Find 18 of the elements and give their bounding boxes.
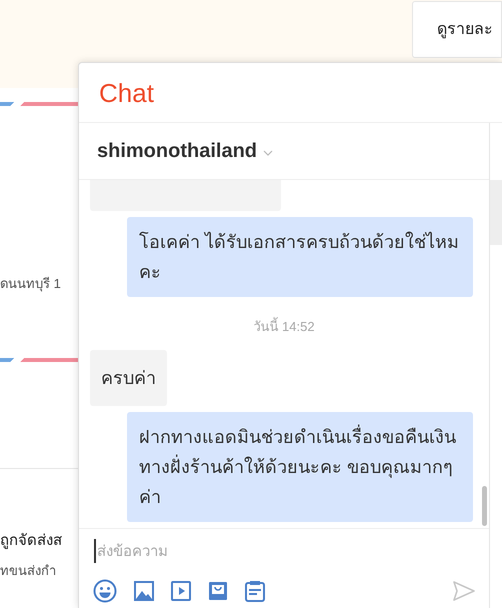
emoji-icon[interactable] xyxy=(93,579,117,603)
order-icon[interactable] xyxy=(245,580,265,602)
message-bubble: ฝากทางแอดมินช่วยดำเนินเรื่องขอคืนเงินทางฝั่งร้านค้าให้ด้วยนะคะ ขอบคุณมากๆ ค่า xyxy=(127,412,473,522)
shipping-text: ทขนส่งกำ xyxy=(0,563,57,579)
chat-title: Chat xyxy=(99,80,154,106)
timestamp: วันนี้ 14:52 xyxy=(253,316,315,336)
message-bubble: ครบค่า xyxy=(90,350,167,406)
video-icon[interactable] xyxy=(171,581,191,601)
address-text: ดนนทบุรี 1 xyxy=(0,276,62,292)
product-icon[interactable] xyxy=(208,581,228,601)
scrollbar-thumb[interactable] xyxy=(482,486,487,526)
image-icon[interactable] xyxy=(134,581,154,601)
message-input[interactable]: ส่งข้อความ xyxy=(94,539,474,563)
status-text: ถูกจัดส่งส xyxy=(0,531,63,551)
details-button[interactable]: ดูรายละ xyxy=(412,1,502,58)
message-bubble: โอเคค่า ได้รับเอกสารครบถ้วนด้วยใช่ไหมคะ xyxy=(127,216,473,296)
contact-name[interactable]: shimonothailand xyxy=(97,136,257,166)
scrollbar-thumb[interactable] xyxy=(490,180,502,245)
